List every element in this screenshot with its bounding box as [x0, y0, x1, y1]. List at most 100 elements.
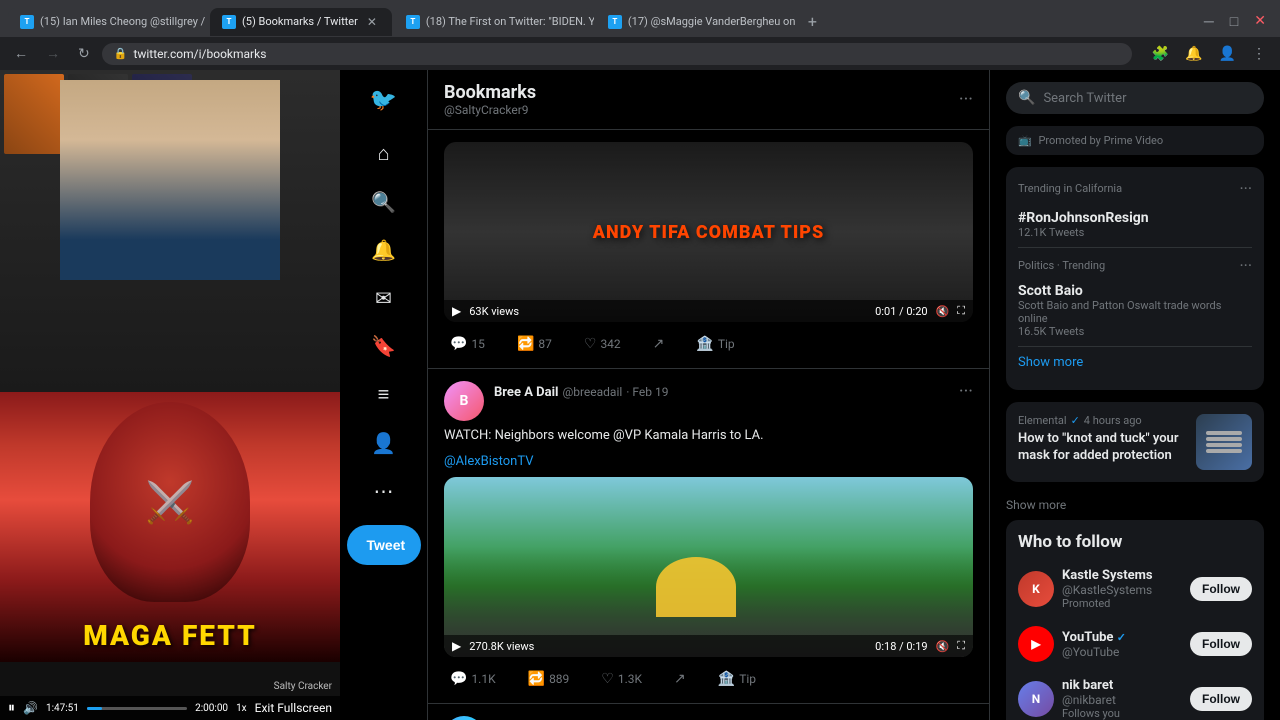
ad-card: Elemental ✓ 4 hours ago How to "knot and… [1006, 402, 1264, 482]
channel-name-label: Salty Cracker [274, 681, 332, 692]
tweet-1-expand-icon[interactable]: ⛶ [957, 304, 965, 318]
search-input[interactable]: Search Twitter [1043, 91, 1126, 106]
more-icon: ⋯ [374, 479, 394, 503]
tweet-2-retweet-count: 889 [549, 672, 569, 686]
youtube-follow-button[interactable]: Follow [1190, 632, 1252, 656]
tweet-2-play-icon[interactable]: ▶ [452, 639, 461, 653]
back-button[interactable]: ← [8, 41, 34, 66]
sidebar-item-bookmarks[interactable]: 🔖 [344, 324, 424, 368]
tweet-1-sound-icon[interactable]: 🔇 [936, 305, 950, 318]
sidebar-item-notifications[interactable]: 🔔 Notifications [344, 228, 424, 272]
video-sound-button[interactable]: 🔊 [23, 701, 38, 715]
sidebar-item-home[interactable]: ⌂ [344, 131, 424, 176]
tab-2-favicon: T [222, 15, 236, 29]
kastle-follow-button[interactable]: Follow [1190, 577, 1252, 601]
tab-2-close[interactable]: ✕ [364, 14, 380, 30]
politics-more-dots[interactable]: ··· [1239, 256, 1252, 275]
tweet-1-retweet-button[interactable]: 🔁 87 [511, 332, 558, 356]
ad-content: Elemental ✓ 4 hours ago How to "knot and… [1018, 414, 1186, 465]
show-more-trends-button[interactable]: Show more [1018, 347, 1252, 378]
tweet-2-share-button[interactable]: ↗ [668, 667, 692, 691]
close-window-button[interactable]: ✕ [1248, 9, 1272, 34]
twitter-right-sidebar: 🔍 Search Twitter 📺 Promoted by Prime Vid… [990, 70, 1280, 720]
address-bar[interactable]: 🔒 twitter.com/i/bookmarks [102, 43, 1132, 65]
maximize-button[interactable]: □ [1224, 9, 1244, 34]
browser-chrome: T (15) Ian Miles Cheong @stillgrey / T..… [0, 0, 1280, 70]
tab-2[interactable]: T (5) Bookmarks / Twitter ✕ [210, 8, 392, 36]
nikbaret-handle: @nikbaret [1062, 693, 1182, 707]
tweet-1-reply-button[interactable]: 💬 15 [444, 332, 491, 356]
tweet-2-like-button[interactable]: ♡ 1.3K [595, 667, 648, 691]
video-panel: ⚔️ MAGA FETT ⏸ 🔊 1:47:51 2:00:00 1x Exit… [0, 70, 340, 720]
tweet-1-play-icon[interactable]: ▶ [452, 304, 461, 318]
tab-4[interactable]: T (17) @sMaggie VanderBergheu on T... ✕ [596, 8, 796, 36]
new-tab-button[interactable]: + [798, 6, 827, 37]
tweet-2-time: 0:18 / 0:19 [875, 640, 927, 653]
tweet-2-reply-count: 1.1K [471, 672, 495, 686]
ad-thumb-icon [1206, 431, 1242, 453]
url-text: twitter.com/i/bookmarks [133, 47, 266, 61]
tweet-2-expand-icon[interactable]: ⛶ [957, 639, 965, 653]
trend-item-scottbaio[interactable]: Scott Baio Scott Baio and Patton Oswalt … [1018, 275, 1252, 347]
profile-button[interactable]: 👤 [1213, 42, 1242, 66]
minimize-button[interactable]: ─ [1198, 9, 1220, 34]
sidebar-item-explore[interactable]: 🔍 [344, 180, 424, 224]
bookmarks-icon: 🔖 [371, 334, 396, 358]
forward-button[interactable]: → [40, 41, 66, 66]
search-bar[interactable]: 🔍 Search Twitter [1006, 82, 1264, 114]
video-play-button[interactable]: ⏸ [8, 700, 15, 716]
verified-badge: ✓ [1071, 414, 1080, 427]
tweet-2-video-thumb [444, 477, 973, 657]
sidebar-item-more[interactable]: ⋯ More [344, 469, 424, 513]
tweet-1-video-thumb: ANDY TIFA COMBAT TIPS [444, 142, 973, 322]
twitter-logo[interactable]: 🐦 [360, 78, 407, 123]
follow-item-nikbaret: N nik baret @nikbaret Follows you Follow [1018, 670, 1252, 720]
sidebar-item-messages[interactable]: ✉ [344, 276, 424, 320]
tweet-2-actions: 💬 1.1K 🔁 889 ♡ 1.3K ↗ 🏦 Tip [444, 667, 973, 691]
tweet-2-mention-link[interactable]: @AlexBistonTV [444, 454, 533, 469]
tweet-2-retweet-button[interactable]: 🔁 889 [522, 667, 576, 691]
trending-more-dots[interactable]: ··· [1239, 179, 1252, 198]
video-quality-button[interactable]: 1x [236, 703, 247, 714]
search-icon: 🔍 [1018, 90, 1035, 106]
kastle-info: Kastle Systems @KastleSystems Promoted [1062, 568, 1182, 610]
reply-icon-2: 💬 [450, 671, 467, 687]
tweet-2-meta: Bree A Dail @breeadail · Feb 19 [494, 381, 949, 421]
extensions-button[interactable]: 🧩 [1146, 42, 1175, 66]
nikbaret-follow-button[interactable]: Follow [1190, 687, 1252, 711]
tweet-2-more-button[interactable]: ··· [959, 381, 973, 421]
sidebar-item-lists[interactable]: ≡ [344, 372, 424, 417]
tab-3[interactable]: T (18) The First on Twitter: "BIDEN. Yin… [394, 8, 594, 36]
feed-more-button[interactable]: ··· [959, 89, 973, 110]
ad-title: How to "knot and tuck" your mask for add… [1018, 431, 1186, 465]
tweet-button[interactable]: Tweet [347, 525, 421, 565]
tweet-2-sound-icon[interactable]: 🔇 [936, 640, 950, 653]
scott-baio-count: 16.5K Tweets [1018, 325, 1252, 338]
tweet-2-tip-button[interactable]: 🏦 Tip [712, 667, 762, 691]
reload-button[interactable]: ↻ [72, 42, 96, 66]
tweet-1-views: 63K views [469, 305, 519, 318]
sidebar-item-profile[interactable]: 👤 [344, 421, 424, 465]
tab-1[interactable]: T (15) Ian Miles Cheong @stillgrey / T..… [8, 8, 208, 36]
neighbors-video-bg [444, 477, 973, 657]
video-fullscreen-button[interactable]: Exit Fullscreen [255, 701, 332, 715]
tweet-2-video-controls: ▶ 270.8K views 0:18 / 0:19 🔇 ⛶ [444, 635, 973, 657]
tweet-3-avatar-img: D [444, 716, 484, 720]
tweet-1-actions: 💬 15 🔁 87 ♡ 342 ↗ 🏦 Tip [444, 332, 973, 356]
notifications-badge[interactable]: 🔔 [1179, 42, 1208, 66]
tweet-1: ANDY TIFA COMBAT TIPS ▶ 63K views 0:01 /… [428, 130, 989, 369]
tweet-1-like-button[interactable]: ♡ 342 [578, 332, 627, 356]
video-progress-bar[interactable] [87, 707, 187, 710]
tweet-1-like-count: 342 [600, 337, 620, 351]
tweet-2-reply-button[interactable]: 💬 1.1K [444, 667, 502, 691]
menu-button[interactable]: ⋮ [1246, 42, 1272, 66]
trend-item-ronjohnson[interactable]: #RonJohnsonResign 12.1K Tweets [1018, 202, 1252, 248]
youtube-avatar: ▶ [1018, 626, 1054, 662]
tab-4-favicon: T [608, 15, 622, 29]
kastle-handle: @KastleSystems [1062, 583, 1182, 597]
tweet-3-more-button[interactable]: ··· [959, 716, 973, 720]
tweet-1-tip-button[interactable]: 🏦 Tip [690, 332, 740, 356]
twitter-feed[interactable]: Bookmarks @SaltyCracker9 ··· ANDY TIFA C… [428, 70, 990, 720]
tweet-1-share-button[interactable]: ↗ [647, 332, 671, 356]
tweet-1-video: ANDY TIFA COMBAT TIPS ▶ 63K views 0:01 /… [444, 142, 973, 322]
